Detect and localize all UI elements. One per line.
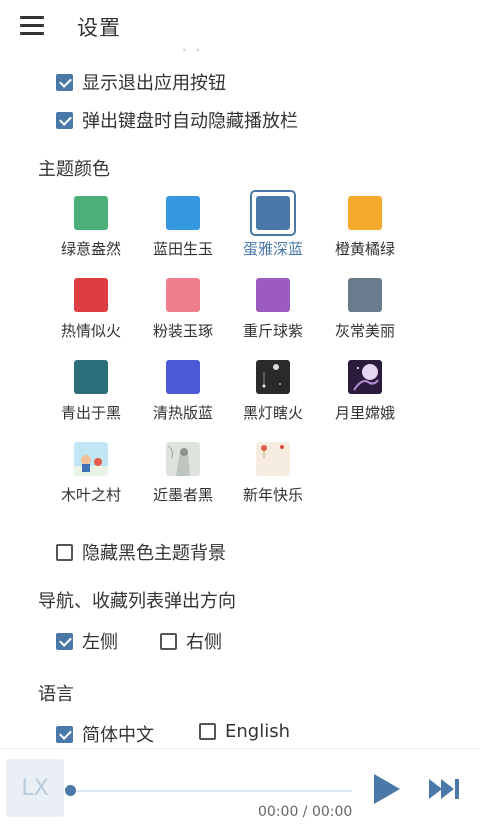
theme-swatch bbox=[74, 278, 108, 312]
theme-label: 黑灯瞎火 bbox=[242, 404, 303, 422]
theme-item[interactable]: 清热版蓝 bbox=[139, 354, 223, 434]
hamburger-menu-icon[interactable] bbox=[20, 16, 44, 36]
theme-swatch bbox=[166, 360, 200, 394]
progress-track[interactable] bbox=[70, 790, 352, 792]
theme-label: 绿意盎然 bbox=[60, 240, 121, 258]
option-label: 左侧 bbox=[82, 632, 118, 653]
nav-left-option[interactable]: 左侧 bbox=[56, 628, 118, 654]
theme-swatch bbox=[348, 278, 382, 312]
theme-swatch bbox=[256, 278, 290, 312]
theme-label: 清热版蓝 bbox=[152, 404, 213, 422]
theme-label: 青出于黑 bbox=[60, 404, 121, 422]
theme-label: 蛋雅深蓝 bbox=[242, 240, 303, 258]
theme-item[interactable]: 蓝田生玉 bbox=[139, 190, 223, 270]
language-zh-option[interactable]: 简体中文 bbox=[56, 721, 154, 747]
theme-item[interactable]: 新年快乐 bbox=[229, 436, 313, 516]
theme-label: 重斤球紫 bbox=[242, 322, 303, 340]
theme-item[interactable]: 橙黄橘绿 bbox=[321, 190, 405, 270]
option-label: 隐藏黑色主题背景 bbox=[82, 543, 226, 564]
theme-label: 木叶之村 bbox=[60, 486, 121, 504]
theme-label: 蓝田生玉 bbox=[152, 240, 213, 258]
nav-right-option[interactable]: 右侧 bbox=[160, 628, 222, 654]
option-label: 显示退出应用按钮 bbox=[82, 73, 226, 94]
theme-item[interactable]: 粉装玉琢 bbox=[139, 272, 223, 352]
theme-label: 热情似火 bbox=[60, 322, 121, 340]
checkbox-icon[interactable] bbox=[56, 543, 73, 561]
theme-swatch bbox=[166, 196, 200, 230]
theme-swatch bbox=[166, 278, 200, 312]
theme-item[interactable]: 热情似火 bbox=[47, 272, 131, 352]
album-cover[interactable]: LX bbox=[6, 759, 64, 817]
option-label: 弹出键盘时自动隐藏播放栏 bbox=[82, 111, 298, 132]
theme-swatch-image bbox=[256, 360, 290, 394]
option-label: English bbox=[225, 721, 290, 742]
option-label: 简体中文 bbox=[82, 725, 154, 746]
checkbox-icon[interactable] bbox=[199, 723, 216, 740]
theme-swatch bbox=[74, 196, 108, 230]
language-en-option[interactable]: English bbox=[199, 721, 290, 742]
theme-label: 月里嫦娥 bbox=[334, 404, 395, 422]
theme-label: 近墨者黑 bbox=[152, 486, 213, 504]
theme-item[interactable]: 近墨者黑 bbox=[139, 436, 223, 516]
language-title: 语言 bbox=[38, 684, 74, 705]
app-header: 设置 • • bbox=[0, 0, 480, 55]
checkbox-icon[interactable] bbox=[160, 632, 177, 650]
next-track-icon[interactable] bbox=[428, 777, 462, 805]
theme-item-selected[interactable]: 蛋雅深蓝 bbox=[229, 190, 313, 270]
theme-section-title: 主题颜色 bbox=[38, 159, 110, 180]
progress-handle[interactable] bbox=[65, 785, 76, 796]
theme-item[interactable]: 重斤球紫 bbox=[229, 272, 313, 352]
checkbox-icon[interactable] bbox=[56, 73, 73, 91]
play-icon[interactable] bbox=[372, 773, 402, 809]
theme-label: 橙黄橘绿 bbox=[334, 240, 395, 258]
loading-dots: • • bbox=[182, 46, 203, 55]
theme-swatch-image bbox=[348, 360, 382, 394]
theme-swatch-image bbox=[74, 442, 108, 476]
player-bar: LX 00:00 / 00:00 bbox=[0, 748, 480, 828]
theme-item[interactable]: 绿意盎然 bbox=[47, 190, 131, 270]
theme-swatch bbox=[348, 196, 382, 230]
theme-item[interactable]: 月里嫦娥 bbox=[321, 354, 405, 434]
show-exit-button-option[interactable]: 显示退出应用按钮 bbox=[56, 69, 226, 95]
checkbox-icon[interactable] bbox=[56, 111, 73, 129]
theme-swatch bbox=[74, 360, 108, 394]
hide-black-bg-option[interactable]: 隐藏黑色主题背景 bbox=[56, 539, 226, 565]
checkbox-icon[interactable] bbox=[56, 632, 73, 650]
theme-swatch-image bbox=[166, 442, 200, 476]
theme-label: 粉装玉琢 bbox=[152, 322, 213, 340]
page-title: 设置 bbox=[77, 16, 121, 40]
playback-time: 00:00 / 00:00 bbox=[258, 804, 353, 820]
theme-item[interactable]: 木叶之村 bbox=[47, 436, 131, 516]
theme-swatch-image bbox=[256, 442, 290, 476]
checkbox-icon[interactable] bbox=[56, 725, 73, 743]
nav-direction-title: 导航、收藏列表弹出方向 bbox=[38, 591, 236, 612]
theme-item[interactable]: 黑灯瞎火 bbox=[229, 354, 313, 434]
hide-player-bar-option[interactable]: 弹出键盘时自动隐藏播放栏 bbox=[56, 107, 298, 133]
theme-label: 新年快乐 bbox=[242, 486, 303, 504]
theme-item[interactable]: 青出于黑 bbox=[47, 354, 131, 434]
option-label: 右侧 bbox=[186, 632, 222, 653]
theme-item[interactable]: 灰常美丽 bbox=[321, 272, 405, 352]
theme-swatch bbox=[256, 196, 290, 230]
theme-label: 灰常美丽 bbox=[334, 322, 395, 340]
